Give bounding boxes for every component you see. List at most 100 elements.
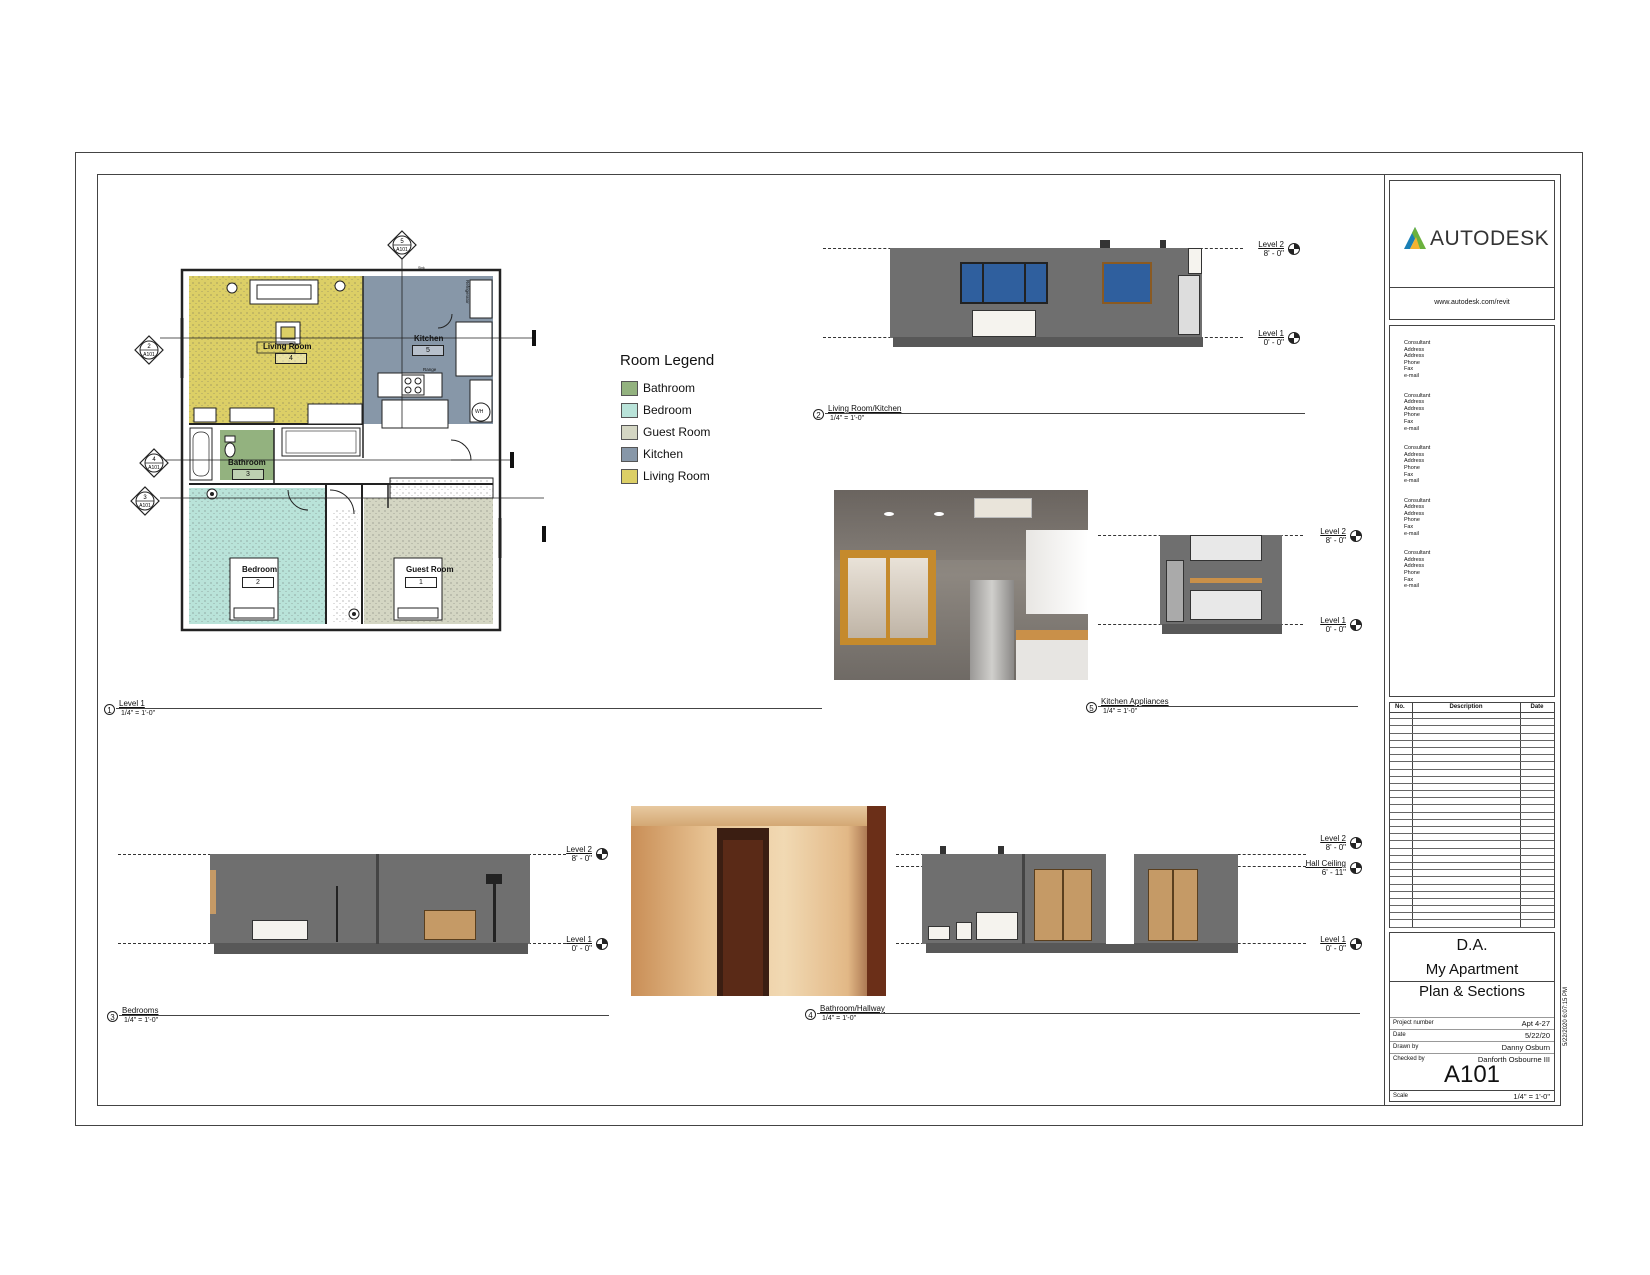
section-tag-3[interactable]: 3 A101 [130,486,160,521]
revisions-date-header: Date [1530,704,1544,710]
consultant-line: Address [1404,451,1425,458]
revision-row [1390,741,1554,748]
revision-row [1390,734,1554,741]
website-link[interactable]: www.autodesk.com/revit [1390,299,1554,306]
section-5-upper-cabinets [1190,535,1262,561]
section-5-lower-cabinets [1190,590,1262,620]
section-tag-5[interactable]: 5 A101 [387,230,417,265]
section-tag-4[interactable]: 4 A101 [139,448,169,483]
revision-row [1390,784,1554,792]
svg-text:A101: A101 [143,352,155,358]
revision-row [1390,820,1554,827]
v2-level1-head[interactable] [1288,332,1300,344]
legend-item: Living Room [621,469,731,491]
revision-row [1390,777,1554,784]
window-mullion [1024,262,1026,304]
consultant-block: Consultant Address Address Phone Fax e-mail [1404,340,1430,380]
view-3-scale: 1/4" = 1'-0" [124,1017,159,1024]
render-window-pane [848,558,886,638]
room-label-guest-room: Guest Room [406,565,454,574]
consultant-line: e-mail [1404,372,1419,379]
revision-row [1390,863,1554,871]
v4-level2-head[interactable] [1350,837,1362,849]
view-2-name[interactable]: Living Room/Kitchen [828,404,901,413]
render-hall-door-inner [723,840,763,996]
revision-row [1390,798,1554,806]
autodesk-logo-text: AUTODESK [1430,227,1550,250]
consultant-line: Address [1404,399,1425,406]
door-split [1172,869,1174,941]
title-block-field: Drawn by Danny Osburn [1390,1041,1554,1053]
v5-level1-head[interactable] [1350,619,1362,631]
consultant-line: e-mail [1404,583,1419,590]
revision-row [1390,877,1554,885]
revision-row [1390,791,1554,799]
revision-row [1390,892,1554,899]
hallway-render[interactable] [631,806,886,996]
view-4-name[interactable]: Bathroom/Hallway [820,1004,885,1013]
panel-divider [1390,1090,1554,1091]
consultant-line: Address [1404,405,1425,412]
view-3-name[interactable]: Bedrooms [122,1006,158,1015]
v4-hall-ceiling-head[interactable] [1350,862,1362,874]
render-light [934,512,944,516]
v2-level1-name: Level 1 [1258,329,1284,338]
revision-row [1390,719,1554,727]
legend-item: Bedroom [621,403,731,425]
revision-row [1390,856,1554,863]
v2-level1-elev: 0' - 0" [1263,338,1284,347]
v3-level1-elev: 0' - 0" [571,944,592,953]
kitchen-render[interactable] [834,490,1088,680]
render-skylight [974,498,1032,518]
v5-level2-name: Level 2 [1320,527,1346,536]
section-tag-2[interactable]: 2 A101 [134,335,164,370]
view-1-name[interactable]: Level 1 [119,699,145,708]
legend-swatch [621,447,638,462]
window-mullion [982,262,984,304]
v5-level2-head[interactable] [1350,530,1362,542]
v4-level2-name: Level 2 [1320,834,1346,843]
legend-label: Kitchen [643,447,684,461]
section-4-vanity [976,912,1018,940]
view-3-number: 3 [107,1011,118,1022]
revision-row [1390,770,1554,777]
revision-row [1390,870,1554,878]
revisions-description-header: Description [1449,704,1483,710]
vent [1100,240,1110,248]
island [381,399,449,429]
v3-level1-head[interactable] [596,938,608,950]
v2-level2-head[interactable] [1288,243,1300,255]
consultant-line: Consultant [1404,445,1431,452]
scale-value: 1/4" = 1'-0" [1513,1092,1550,1101]
view-5-name[interactable]: Kitchen Appliances [1101,697,1169,706]
floor-plan[interactable]: 5 A101 2 A101 4 A101 3 A101 Living Room … [120,228,560,648]
section-3-bed [252,920,308,940]
room-number-kitchen: 5 [412,345,444,356]
consultant-line: Fax [1404,418,1414,425]
consultant-line: Fax [1404,366,1414,373]
sink-label: Sink [418,266,425,270]
v4-level1-head[interactable] [1350,938,1362,950]
sheet-info-panel: D.A. My Apartment Plan & Sections Projec… [1389,932,1555,1102]
consultant-line: Consultant [1404,550,1431,557]
water-heater-label: WH [475,409,484,415]
consultant-line: Fax [1404,524,1414,531]
section-2-floor [893,337,1203,347]
legend-item: Bathroom [621,381,731,403]
revision-row [1390,755,1554,763]
consultant-line: e-mail [1404,478,1419,485]
consultant-line: Consultant [1404,497,1431,504]
view-4-title-line [817,1013,1360,1014]
render-cabinets [1026,530,1088,614]
revision-row [1390,849,1554,856]
consultant-line: Phone [1404,570,1420,577]
v3-level2-head[interactable] [596,848,608,860]
v3-level1-name: Level 1 [566,935,592,944]
revisions-no-header: No. [1395,704,1405,710]
section-2-window-right [1102,262,1152,304]
door-split [1062,869,1064,941]
consultant-line: Address [1404,458,1425,465]
title-block-field: Date 5/22/20 [1390,1029,1554,1041]
section-2-cabinet [1188,248,1202,274]
view-5-title-line [1098,706,1358,707]
